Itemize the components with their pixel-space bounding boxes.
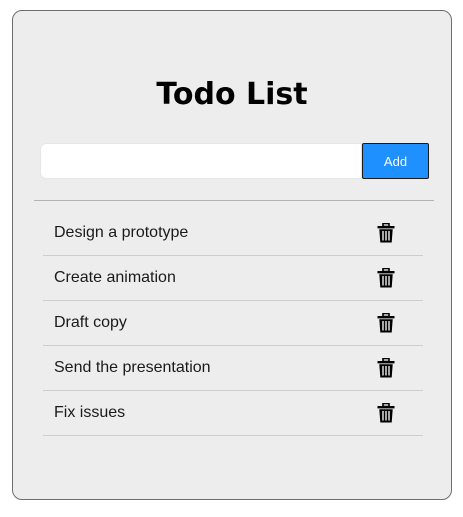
trash-icon[interactable]: [377, 223, 395, 243]
trash-icon[interactable]: [377, 403, 395, 423]
trash-icon[interactable]: [377, 268, 395, 288]
page-title: Todo List: [156, 77, 308, 112]
todo-card: Todo List Add Design a prototype Create …: [12, 10, 452, 500]
todo-list: Design a prototype Create animation Draf…: [43, 211, 423, 436]
todo-item: Create animation: [43, 256, 423, 301]
todo-input[interactable]: [40, 143, 362, 179]
todo-text: Design a prototype: [54, 224, 189, 241]
add-button[interactable]: Add: [362, 143, 429, 179]
todo-item: Send the presentation: [43, 346, 423, 391]
todo-text: Draft copy: [54, 314, 127, 331]
todo-item: Design a prototype: [43, 211, 423, 256]
todo-text: Send the presentation: [54, 359, 211, 376]
trash-icon[interactable]: [377, 313, 395, 333]
todo-text: Fix issues: [54, 404, 126, 421]
todo-item: Draft copy: [43, 301, 423, 346]
todo-item: Fix issues: [43, 391, 423, 436]
trash-icon[interactable]: [377, 358, 395, 378]
divider: [34, 200, 434, 201]
add-todo-form: Add: [40, 143, 429, 179]
todo-text: Create animation: [54, 269, 176, 286]
